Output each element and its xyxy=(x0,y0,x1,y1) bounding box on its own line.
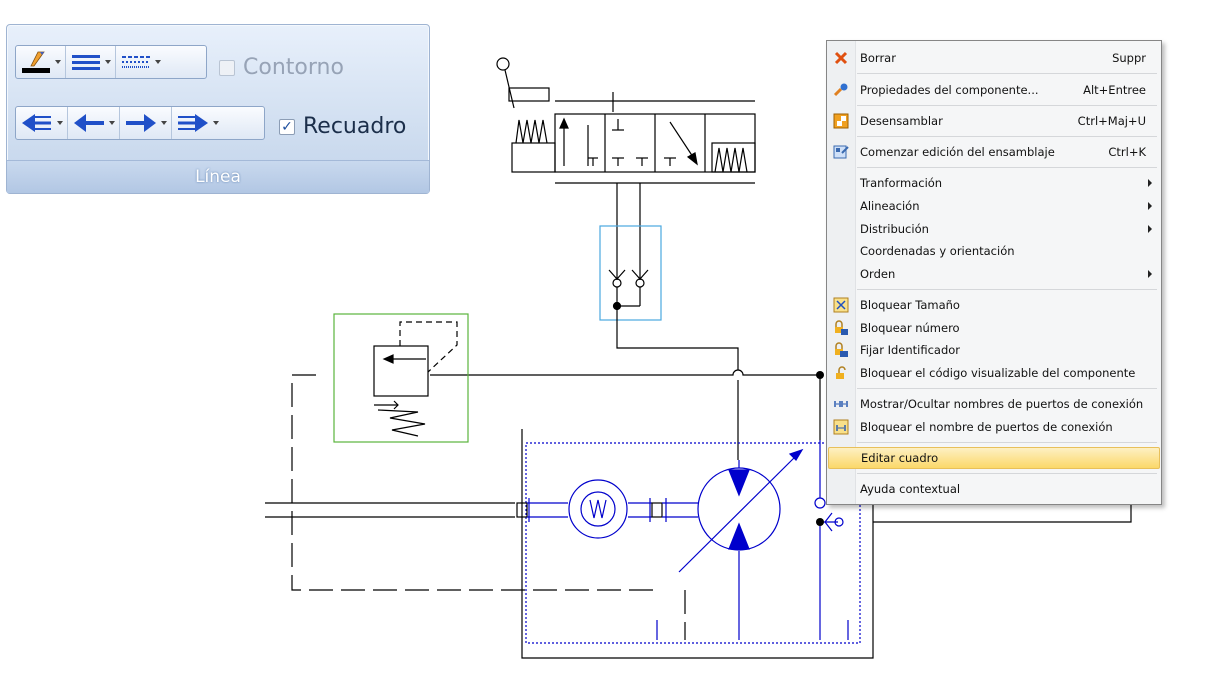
show-ports-icon xyxy=(834,401,848,407)
delete-x-icon xyxy=(834,51,848,65)
disassemble-icon xyxy=(833,113,849,129)
directional-valve[interactable] xyxy=(496,57,756,280)
arrow-start-button[interactable] xyxy=(16,107,68,139)
junction-dot xyxy=(816,518,824,526)
lock-code-icon xyxy=(836,366,846,379)
arrow-toolbar xyxy=(15,106,265,140)
submenu-arrow-icon xyxy=(1148,225,1152,233)
pressure-line xyxy=(430,369,820,376)
arrow-right-button[interactable] xyxy=(120,107,172,139)
arrow-end-icon xyxy=(178,114,208,132)
edit-assembly-icon xyxy=(833,145,849,159)
line-format-toolbar xyxy=(15,45,207,79)
menu-item-alignment[interactable]: Alineación xyxy=(828,195,1160,217)
arrow-left-icon xyxy=(74,114,104,132)
frame-checkbox-row[interactable]: ✓ Recuadro xyxy=(279,114,406,139)
menu-item-lock-size[interactable]: Bloquear Tamaño xyxy=(828,294,1160,316)
menu-item-coordinates[interactable]: Coordenadas y orientación xyxy=(828,240,1160,262)
arrow-right-icon xyxy=(126,114,156,132)
properties-gear-icon xyxy=(833,83,848,97)
fix-id-icon xyxy=(835,342,848,357)
shuttle-check-valves[interactable] xyxy=(599,225,739,370)
submenu-arrow-icon xyxy=(1148,202,1152,210)
menu-item-order[interactable]: Orden xyxy=(828,263,1160,285)
line-ribbon-group: Contorno ✓ Recuadro Línea xyxy=(6,24,430,194)
pen-color-button[interactable] xyxy=(16,46,66,78)
menu-item-edit-assembly[interactable]: Comenzar edición del ensamblaje Ctrl+K xyxy=(828,141,1160,163)
pen-color-icon xyxy=(22,51,50,73)
lock-ports-icon xyxy=(833,419,849,435)
menu-item-lock-ports[interactable]: Bloquear el nombre de puertos de conexió… xyxy=(828,416,1160,438)
menu-item-properties[interactable]: Propiedades del componente... Alt+Entree xyxy=(828,79,1160,101)
line-style-button[interactable] xyxy=(116,46,165,78)
menu-item-context-help[interactable]: Ayuda contextual xyxy=(828,478,1160,500)
menu-item-distribution[interactable]: Distribución xyxy=(828,218,1160,240)
frame-checkbox[interactable]: ✓ xyxy=(279,118,295,135)
arrow-end-button[interactable] xyxy=(172,107,223,139)
menu-item-lock-number[interactable]: Bloquear número xyxy=(828,317,1160,339)
lock-size-icon xyxy=(833,297,849,313)
arrow-left-button[interactable] xyxy=(68,107,120,139)
ribbon-group-label: Línea xyxy=(7,160,429,193)
menu-item-show-ports[interactable]: Mostrar/Ocultar nombres de puertos de co… xyxy=(828,393,1160,415)
contour-label: Contorno xyxy=(243,55,344,80)
menu-item-fix-id[interactable]: Fijar Identificador xyxy=(828,339,1160,361)
context-menu: Borrar Suppr Propiedades del componente.… xyxy=(826,40,1162,505)
menu-item-lock-code[interactable]: Bloquear el código visualizable del comp… xyxy=(828,362,1160,384)
lock-number-icon xyxy=(835,320,848,335)
contour-checkbox[interactable] xyxy=(219,59,235,76)
frame-label: Recuadro xyxy=(303,114,407,139)
submenu-arrow-icon xyxy=(1148,270,1152,278)
arrow-start-icon xyxy=(22,114,51,132)
line-style-icon xyxy=(122,56,150,68)
line-weight-button[interactable] xyxy=(66,46,116,78)
contour-checkbox-row[interactable]: Contorno xyxy=(219,55,344,80)
pressure-relief-valve[interactable] xyxy=(333,313,469,443)
menu-item-delete[interactable]: Borrar Suppr xyxy=(828,47,1160,69)
line-weight-icon xyxy=(72,55,100,70)
menu-item-edit-frame[interactable]: Editar cuadro xyxy=(828,447,1160,469)
menu-item-disassemble[interactable]: Desensamblar Ctrl+Maj+U xyxy=(828,110,1160,132)
menu-item-transformation[interactable]: Tranformación xyxy=(828,172,1160,194)
pump-motor-assembly[interactable] xyxy=(516,440,861,644)
submenu-arrow-icon xyxy=(1148,179,1152,187)
